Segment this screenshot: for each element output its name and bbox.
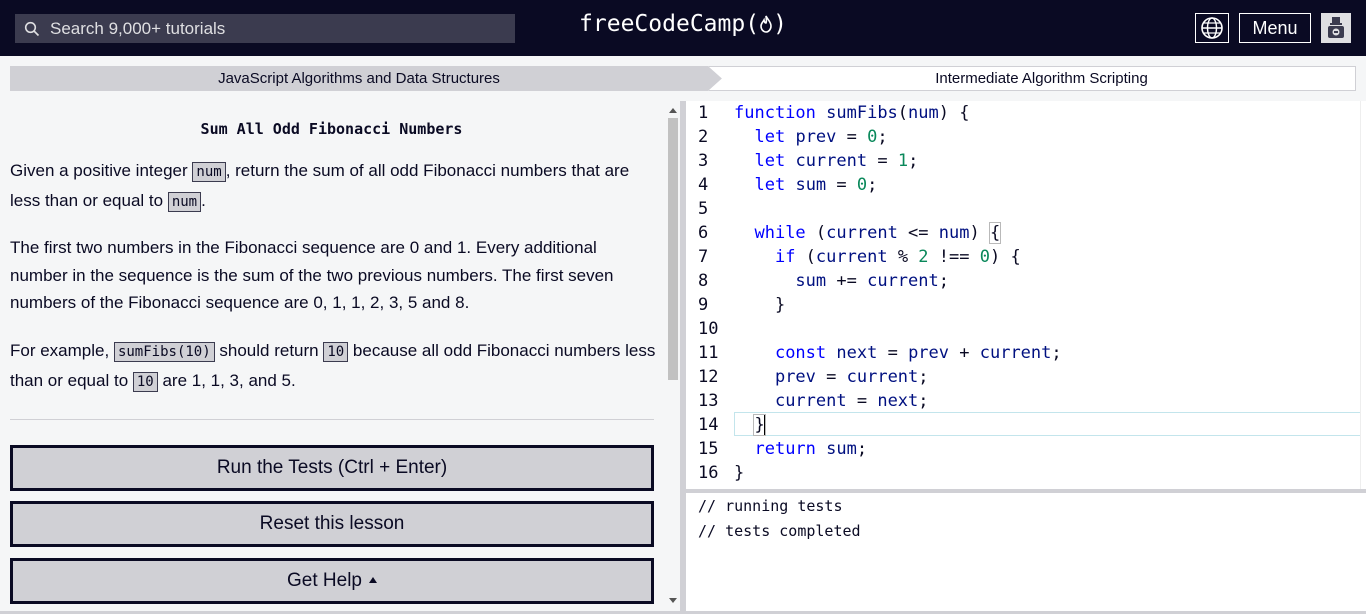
text: . xyxy=(201,190,206,210)
brand-text: freeCodeCamp xyxy=(579,11,746,37)
run-tests-button[interactable]: Run the Tests (Ctrl + Enter) xyxy=(10,445,654,491)
caret-up-icon xyxy=(368,577,377,583)
button-label: Get Help xyxy=(287,570,362,591)
avatar[interactable] xyxy=(1321,13,1351,43)
code-line[interactable]: 4 let sum = 0; xyxy=(686,173,1366,197)
console-line: // tests completed xyxy=(698,522,861,540)
description-paragraph-2: The first two numbers in the Fibonacci s… xyxy=(10,238,614,312)
get-help-button[interactable]: Get Help xyxy=(10,558,654,604)
code-line[interactable]: 8 sum += current; xyxy=(686,269,1366,293)
code-line[interactable]: 12 prev = current; xyxy=(686,365,1366,389)
scroll-up-icon[interactable] xyxy=(669,108,677,113)
inline-code: num xyxy=(192,162,226,182)
code-line[interactable]: 10 xyxy=(686,317,1366,341)
code-editor[interactable]: 1 function sumFibs(num) { 2 let prev = 0;… xyxy=(686,101,1366,489)
button-label: Run the Tests (Ctrl + Enter) xyxy=(216,457,448,478)
instructions-scrollbar[interactable] xyxy=(666,101,680,614)
line-number: 1 xyxy=(698,103,709,123)
code-line[interactable]: 5 xyxy=(686,197,1366,221)
flame-icon xyxy=(760,15,772,33)
code-line[interactable]: 11 const next = prev + current; xyxy=(686,341,1366,365)
console-line: // running tests xyxy=(698,497,843,515)
instructions-pane: Sum All Odd Fibonacci Numbers Given a po… xyxy=(0,101,665,614)
description-paragraph-1: Given a positive integer num, return the… xyxy=(10,157,658,216)
globe-icon xyxy=(1201,17,1223,39)
challenge-title: Sum All Odd Fibonacci Numbers xyxy=(200,120,463,138)
inline-code: sumFibs(10) xyxy=(113,342,215,362)
line-number: 15 xyxy=(698,439,719,459)
scroll-down-icon[interactable] xyxy=(669,598,677,603)
reset-lesson-button[interactable]: Reset this lesson xyxy=(10,501,654,547)
line-number: 8 xyxy=(698,271,709,291)
search-input[interactable] xyxy=(50,18,490,39)
divider xyxy=(10,419,654,420)
search-icon xyxy=(24,21,40,36)
line-number: 10 xyxy=(698,319,719,339)
code-line[interactable]: 2 let prev = 0; xyxy=(686,125,1366,149)
line-number: 2 xyxy=(698,127,709,147)
code-line[interactable]: 9 } xyxy=(686,293,1366,317)
code-line[interactable]: 6 while (current <= num) { xyxy=(686,221,1366,245)
line-number: 5 xyxy=(698,199,709,219)
test-console: // running tests // tests completed xyxy=(686,493,1366,614)
top-nav: freeCodeCamp() Menu xyxy=(0,0,1366,56)
inline-code: 10 xyxy=(132,371,158,392)
description-paragraph-3: For example, sumFibs(10) should return 1… xyxy=(10,337,658,396)
text: are 1, 1, 3, and 5. xyxy=(157,370,296,390)
code-line[interactable]: 14 } xyxy=(686,413,1366,437)
line-number: 13 xyxy=(698,391,719,411)
line-number: 4 xyxy=(698,175,709,195)
line-number: 9 xyxy=(698,295,709,315)
breadcrumb-superblock[interactable]: JavaScript Algorithms and Data Structure… xyxy=(10,66,722,91)
line-number: 6 xyxy=(698,223,709,243)
code-line[interactable]: 13 current = next; xyxy=(686,389,1366,413)
inline-code: num xyxy=(167,191,202,212)
text: Given a positive integer xyxy=(10,161,193,180)
breadcrumb-block[interactable]: Intermediate Algorithm Scripting xyxy=(708,66,1356,91)
code-line[interactable]: 3 let current = 1; xyxy=(686,149,1366,173)
line-number: 3 xyxy=(698,151,709,171)
text: For example, xyxy=(10,341,114,360)
inline-code: 10 xyxy=(323,342,349,362)
code-line[interactable]: 7 if (current % 2 !== 0) { xyxy=(686,245,1366,269)
line-number: 16 xyxy=(698,463,719,483)
code-line[interactable]: 16} xyxy=(686,461,1366,485)
menu-button[interactable]: Menu xyxy=(1239,13,1311,43)
line-number: 14 xyxy=(698,415,719,435)
line-number: 12 xyxy=(698,367,719,387)
text: should return xyxy=(214,341,324,360)
line-number: 11 xyxy=(698,343,719,363)
code-line[interactable]: 15 return sum; xyxy=(686,437,1366,461)
code-line[interactable]: 1 function sumFibs(num) { xyxy=(686,101,1366,125)
search-bar[interactable] xyxy=(15,14,515,43)
language-button[interactable] xyxy=(1195,13,1229,43)
scroll-thumb[interactable] xyxy=(668,118,678,380)
user-avatar-icon xyxy=(1328,17,1344,38)
button-label: Reset this lesson xyxy=(259,513,405,534)
line-number: 7 xyxy=(698,247,709,267)
breadcrumb: JavaScript Algorithms and Data Structure… xyxy=(10,66,1356,91)
editor-scrollbar[interactable] xyxy=(1360,101,1366,489)
